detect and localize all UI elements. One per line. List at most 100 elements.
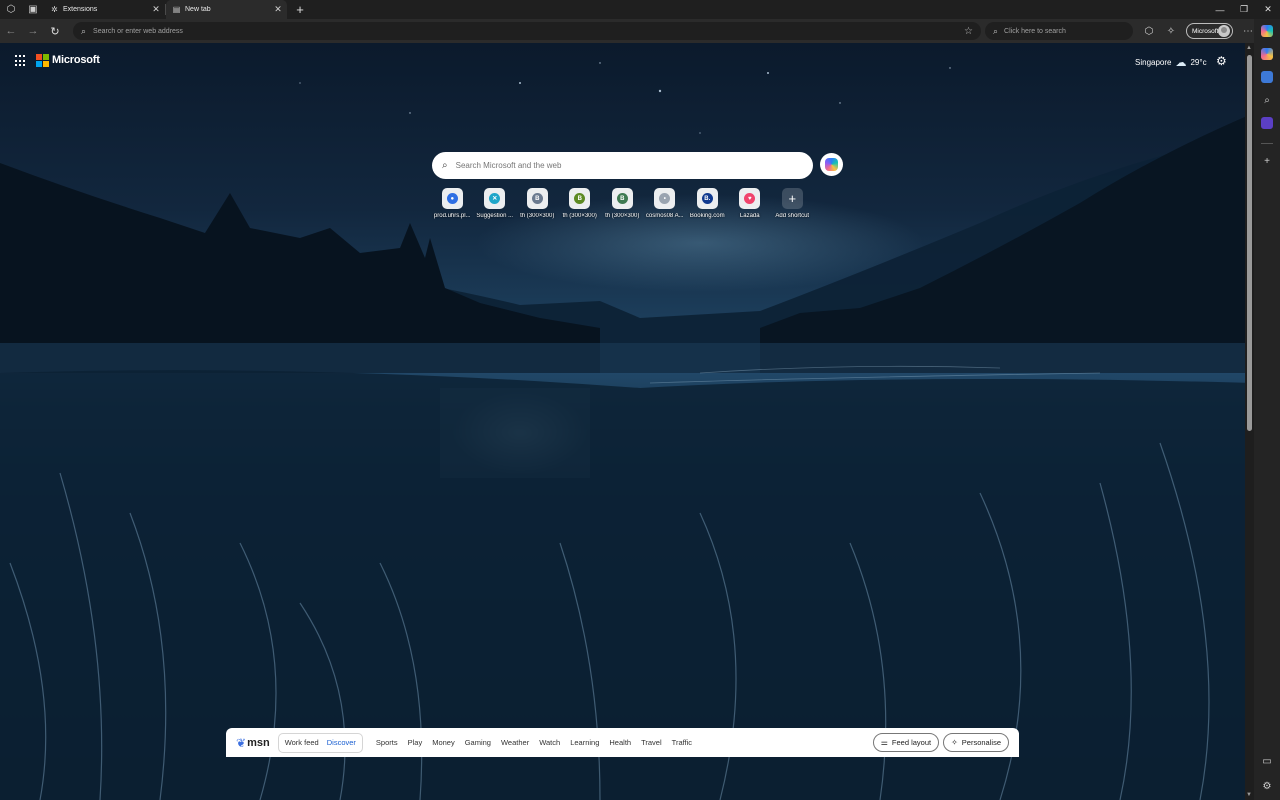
tab-discover[interactable]: Discover	[323, 735, 360, 751]
shortcut-favicon-icon: •	[659, 193, 671, 204]
profile-button[interactable]: Microsoft	[1186, 23, 1233, 39]
refresh-icon[interactable]: ↻	[44, 20, 66, 42]
partly-cloudy-icon: ☁	[1175, 57, 1187, 69]
tab-actions-icon[interactable]: ▣	[22, 0, 44, 19]
shortcut-tile[interactable]: Bth (300×300)	[559, 188, 602, 219]
sliders-icon: ⚌	[880, 738, 888, 747]
copilot-app-icon[interactable]	[1258, 45, 1276, 63]
scroll-up-icon[interactable]: ▲	[1246, 45, 1252, 51]
shortcut-label: prod.uhrs.pl...	[433, 213, 471, 219]
shortcut-tile[interactable]: ♥ Lazada	[729, 188, 772, 219]
edge-sidebar: ⌕ + ▭ ⚙	[1254, 19, 1280, 800]
add-shortcut-label: Add shortcut	[775, 213, 810, 219]
brand-name: Microsoft	[52, 54, 100, 66]
web-search-bar[interactable]: ⌕ Search Microsoft and the web	[432, 152, 813, 179]
category-play[interactable]: Play	[408, 738, 423, 747]
category-money[interactable]: Money	[432, 738, 455, 747]
favorites-icon[interactable]: ✧	[1160, 20, 1182, 42]
shortcut-icon: B	[569, 188, 591, 209]
sidebar-divider	[1261, 143, 1273, 144]
msn-logo[interactable]: ❦ msn	[236, 736, 270, 750]
tab-extensions[interactable]: ✲ Extensions ✕	[44, 0, 165, 19]
extensions-icon[interactable]: ⬡	[1138, 20, 1160, 42]
address-bar[interactable]: ⌕ Search or enter web address ☆	[73, 22, 981, 40]
minimize-icon[interactable]: —	[1208, 0, 1232, 19]
add-app-icon[interactable]: +	[1258, 152, 1276, 170]
msn-feed-bar: ❦ msn Work feed Discover Sports Play Money…	[226, 728, 1019, 757]
tab-label: Extensions	[63, 6, 98, 13]
sidebar-settings-icon[interactable]: ⚙	[1258, 777, 1276, 795]
shortcut-favicon-icon: B	[574, 193, 586, 204]
page-icon: ▤	[172, 5, 181, 14]
sparkle-icon: ✧	[951, 738, 958, 747]
close-tab-icon[interactable]: ✕	[273, 4, 283, 15]
page-settings-icon[interactable]: ⚙	[1216, 54, 1227, 68]
feed-categories: Sports Play Money Gaming Weather Watch Learnin…	[371, 738, 697, 747]
plus-icon: +	[781, 188, 803, 209]
workspaces-icon[interactable]: ⬡	[0, 0, 22, 19]
shortcut-icon: B	[526, 188, 548, 209]
shortcut-label: th (300×300)	[605, 213, 640, 219]
back-icon[interactable]: ←	[0, 20, 22, 42]
page-scrollbar[interactable]: ▲ ▼	[1245, 43, 1254, 800]
category-sports[interactable]: Sports	[376, 738, 398, 747]
shortcut-favicon-icon: B.	[701, 193, 713, 204]
category-gaming[interactable]: Gaming	[465, 738, 491, 747]
shortcut-label: Lazada	[739, 213, 760, 219]
shortcut-favicon-icon: B	[616, 193, 628, 204]
office-icon[interactable]	[1258, 114, 1276, 132]
close-window-icon[interactable]: ✕	[1256, 0, 1280, 19]
tab-label: New tab	[185, 6, 211, 13]
category-watch[interactable]: Watch	[539, 738, 560, 747]
app-launcher-icon[interactable]	[15, 55, 27, 67]
weather-widget[interactable]: Singapore ☁ 29°c	[1135, 56, 1207, 69]
favorite-star-icon[interactable]: ☆	[964, 26, 973, 37]
web-search-box[interactable]: ⌕ Click here to search	[985, 22, 1133, 40]
microsoft-logo-icon	[36, 54, 49, 67]
copilot-button[interactable]	[820, 153, 843, 176]
tab-new-tab[interactable]: ▤ New tab ✕	[166, 0, 287, 19]
category-traffic[interactable]: Traffic	[672, 738, 692, 747]
translator-icon[interactable]	[1258, 68, 1276, 86]
new-tab-page: Microsoft Singapore ☁ 29°c ⚙ ⌕ Search Mi…	[0, 43, 1254, 800]
add-shortcut-button[interactable]: + Add shortcut	[771, 188, 814, 219]
category-travel[interactable]: Travel	[641, 738, 662, 747]
restore-icon[interactable]: ❐	[1232, 0, 1256, 19]
shortcut-tile[interactable]: ✕ Suggestion ...	[474, 188, 517, 219]
msn-wordmark: msn	[247, 736, 270, 749]
address-placeholder: Search or enter web address	[93, 27, 183, 35]
forward-icon[interactable]: →	[22, 20, 44, 42]
search-icon: ⌕	[993, 25, 999, 36]
shortcut-favicon-icon: ●	[446, 193, 458, 204]
category-learning[interactable]: Learning	[570, 738, 599, 747]
shortcut-label: Suggestion ...	[476, 213, 514, 219]
shortcut-icon: B.	[696, 188, 718, 209]
scrollbar-thumb[interactable]	[1247, 55, 1252, 431]
category-health[interactable]: Health	[609, 738, 631, 747]
new-tab-button[interactable]: +	[291, 1, 309, 19]
copilot-sidebar-icon[interactable]	[1258, 22, 1276, 40]
category-weather[interactable]: Weather	[501, 738, 529, 747]
feed-layout-button[interactable]: ⚌ Feed layout	[872, 733, 940, 752]
scroll-down-icon[interactable]: ▼	[1246, 792, 1252, 798]
toolbar: ← → ↻ ⌕ Search or enter web address ☆ ⌕ …	[0, 19, 1280, 43]
close-tab-icon[interactable]: ✕	[151, 4, 161, 15]
shortcut-tile[interactable]: • cosmos08 A...	[644, 188, 687, 219]
search-icon[interactable]: ⌕	[1258, 91, 1276, 109]
toolbar-right-group: ⬡ ✧ Microsoft ⋯	[1138, 19, 1259, 43]
shortcut-tile[interactable]: Bth (300×300)	[601, 188, 644, 219]
shortcut-icon: ✕	[484, 188, 506, 209]
search-placeholder: Search Microsoft and the web	[455, 161, 562, 170]
weather-temp: 29°c	[1190, 58, 1207, 67]
msn-butterfly-icon: ❦	[236, 735, 247, 750]
shortcut-icon: B	[611, 188, 633, 209]
tab-work-feed[interactable]: Work feed	[281, 735, 323, 751]
screenshot-icon[interactable]: ▭	[1258, 752, 1276, 770]
personalise-button[interactable]: ✧ Personalise	[943, 733, 1009, 752]
copilot-icon	[825, 158, 838, 171]
shortcut-icon: •	[654, 188, 676, 209]
shortcut-tile[interactable]: B. Booking.com	[686, 188, 729, 219]
shortcut-tile[interactable]: Bth (300×300)	[516, 188, 559, 219]
shortcut-tile[interactable]: ● prod.uhrs.pl...	[431, 188, 474, 219]
shortcut-icon: ●	[441, 188, 463, 209]
